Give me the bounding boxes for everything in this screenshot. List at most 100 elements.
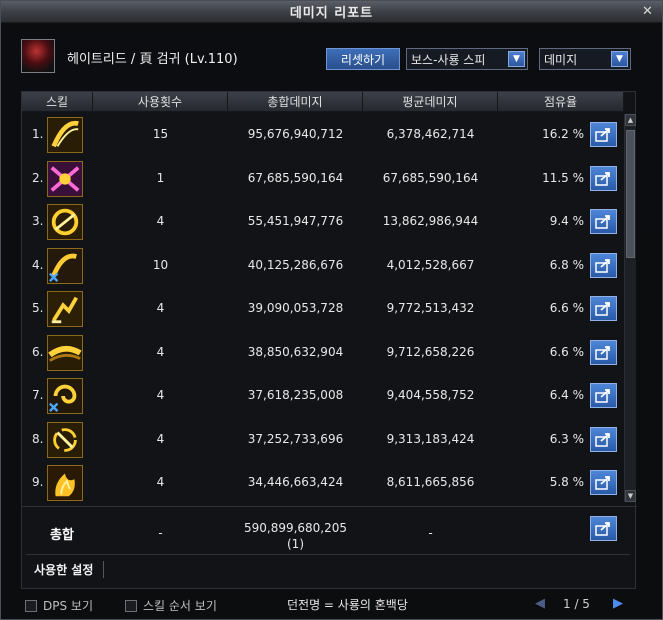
skill-uses: 10 [152,257,169,272]
column-header-skill[interactable]: 스킬 [22,92,93,112]
share-row-button[interactable] [590,383,617,408]
skill-rank: 1. [32,127,44,141]
skill-uses: 4 [156,301,165,315]
total-average: - [428,526,433,540]
skill-rank: 6. [32,344,44,359]
boss-select[interactable]: 보스-사룡 스피 ▼ [406,48,528,70]
skill-total-damage: 38,850,632,904 [247,344,344,359]
share-row-button[interactable] [590,165,617,191]
share-icon [595,522,610,536]
table-scrollbar[interactable]: ▲ ▼ [624,114,636,502]
checkbox-box[interactable] [125,599,137,612]
column-header-total-damage[interactable]: 총합데미지 [228,92,363,112]
skill-average-damage: 9,404,558,752 [386,388,475,402]
total-label: 총합 [50,528,74,543]
skill-rank: 4. [32,257,44,272]
pager: ◀ 1 / 5 ▶ [533,595,633,615]
skill-average-damage: 9,313,183,424 [386,431,475,446]
total-damage-value: 590,899,680,205 [243,521,348,535]
skill-average-damage: 4,012,528,667 [386,257,475,272]
skill-share: 16.2 % [542,127,584,141]
skill-uses: 4 [156,475,165,489]
crescent-skill-icon [47,204,83,240]
total-divider [22,506,637,507]
table-row: 4. 10 40,125,286,676 4,012,528,667 6.8 % [22,245,624,287]
window-titlebar[interactable]: 데미지 리포트 ✕ [1,1,662,23]
share-row-button[interactable] [590,339,617,365]
table-row: 3. 4 55,451,947,776 13,862,986,944 9.4 % [22,201,624,243]
scroll-up-icon[interactable]: ▲ [625,114,636,126]
report-header: 헤이트리드 / 頁 검귀 (Lv.110) 리셋하기 보스-사룡 스피 ▼ 데미… [21,39,641,75]
page-indicator: 1 / 5 [563,597,590,611]
skill-share: 11.5 % [542,170,584,185]
share-total-button[interactable] [590,516,617,541]
share-row-button[interactable] [590,209,617,234]
skill-total-damage: 95,676,940,712 [247,127,344,141]
share-icon [595,215,610,229]
column-header-share[interactable]: 점유율 [498,92,624,112]
slash-arc-skill-icon [47,117,83,153]
dps-view-checkbox[interactable]: DPS 보기 [25,597,93,614]
skill-total-damage: 55,451,947,776 [247,214,344,228]
skill-order-label: 스킬 순서 보기 [143,599,217,613]
share-icon [595,389,610,403]
spin-slash-skill-icon [47,421,83,458]
share-row-button[interactable] [590,122,617,147]
table-row: 7. 4 37,618,235,008 9,404,558,752 6.4 % [22,375,624,417]
share-row-button[interactable] [590,296,617,321]
table-row: 5. 4 39,090,053,728 9,772,513,432 6.6 % [22,288,624,330]
scroll-down-icon[interactable]: ▼ [625,490,636,502]
table-row: 9. 4 34,446,663,424 8,611,665,856 5.8 % [22,462,624,504]
skill-uses: 4 [156,214,165,228]
prev-page-icon[interactable]: ◀ [533,596,547,612]
settings-tab[interactable]: 사용한 설정 [34,561,105,578]
skill-share: 6.8 % [549,257,584,272]
skill-uses: 4 [156,344,165,359]
share-row-button[interactable] [590,470,617,495]
skill-damage-table: 스킬 사용횟수 총합데미지 평균데미지 점유율 1. 15 95,676,940,7… [21,91,637,589]
chevron-down-icon[interactable]: ▼ [508,51,525,67]
column-header-uses[interactable]: 사용횟수 [93,92,228,112]
total-damage: 590,899,680,205 (1) [228,520,363,552]
sweep-skill-icon [47,334,83,371]
skill-rank: 2. [32,170,44,185]
skill-average-damage: 6,378,462,714 [386,127,475,141]
metric-select[interactable]: 데미지 ▼ [539,48,631,70]
skill-total-damage: 67,685,590,164 [247,170,344,185]
skill-rank: 5. [32,301,44,315]
close-icon[interactable]: ✕ [640,4,656,20]
chevron-down-icon[interactable]: ▼ [611,51,628,67]
column-header-average-damage[interactable]: 평균데미지 [363,92,498,112]
table-row: 6. 4 38,850,632,904 9,712,658,226 6.6 % [22,332,624,374]
share-icon [595,432,610,447]
skill-order-checkbox[interactable]: 스킬 순서 보기 [125,597,217,614]
reset-button[interactable]: 리셋하기 [326,48,400,70]
skill-total-damage: 34,446,663,424 [247,475,344,489]
skill-total-damage: 39,090,053,728 [247,301,344,315]
skill-uses: 4 [156,431,165,446]
skill-share: 6.6 % [549,301,584,315]
vortex-skill-icon [47,378,83,414]
checkbox-box[interactable] [25,599,37,612]
metric-select-value: 데미지 [544,53,578,67]
settings-bar: 사용한 설정 [26,554,630,582]
total-damage-count: (1) [287,537,304,551]
skill-total-damage: 40,125,286,676 [247,257,344,272]
skill-average-damage: 13,862,986,944 [382,214,479,228]
character-name: 헤이트리드 / 頁 검귀 (Lv.110) [67,52,238,67]
table-row: 2. 1 67,685,590,164 67,685,590,164 11.5 % [22,158,624,200]
cross-slash-skill-icon [47,160,83,197]
share-row-button[interactable] [590,426,617,452]
skill-rank: 3. [32,214,44,228]
share-row-button[interactable] [590,252,617,278]
scroll-thumb[interactable] [626,130,635,258]
skill-total-damage: 37,618,235,008 [247,388,344,402]
damage-report-window: 데미지 리포트 ✕ 헤이트리드 / 頁 검귀 (Lv.110) 리셋하기 보스-… [0,0,663,620]
skill-share: 6.4 % [549,388,584,402]
character-portrait [21,39,55,73]
flame-slash-skill-icon [47,465,83,501]
next-page-icon[interactable]: ▶ [611,596,625,612]
share-icon [595,128,610,142]
skill-share: 6.6 % [549,344,584,359]
share-icon [595,171,610,186]
